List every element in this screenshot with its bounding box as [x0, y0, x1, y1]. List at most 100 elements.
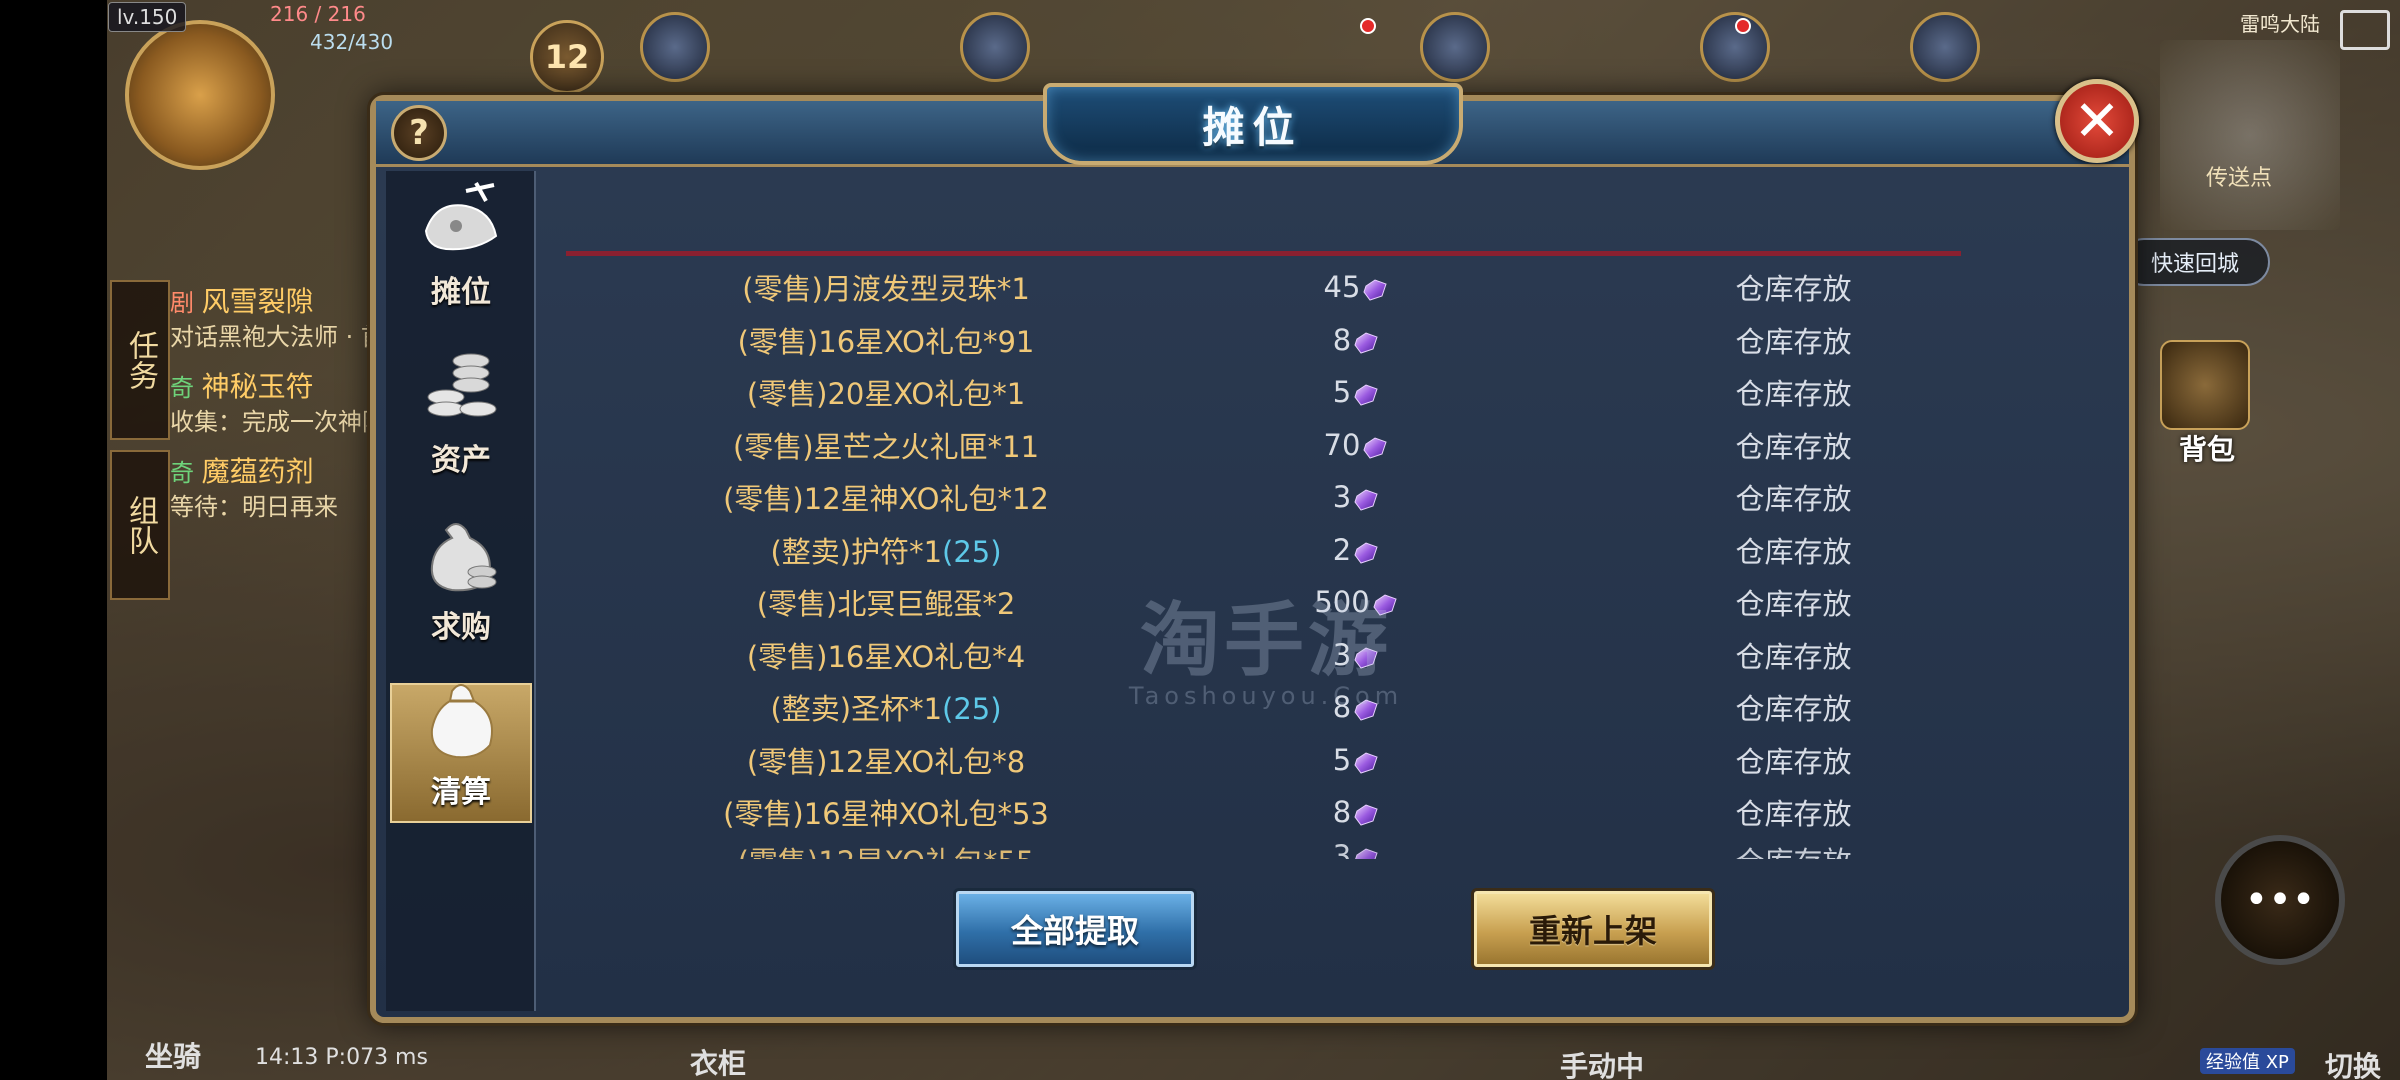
diamond-icon [1353, 748, 1379, 774]
tab-label: 求购 [431, 610, 491, 645]
quick-return-button[interactable]: 快速回城 [2120, 238, 2270, 286]
table-row[interactable]: (零售)16星神XO礼包*53 8 仓库存放 [566, 786, 1961, 839]
top-menu-icon[interactable] [1420, 12, 1490, 82]
settlement-list[interactable]: (零售)月渡发型灵珠*1 45 仓库存放 (零售)16星XO礼包*91 8 仓库存放 (零售… [566, 251, 1961, 956]
item-status: 仓库存放 [1735, 482, 1852, 517]
item-price: 5 [1206, 743, 1506, 777]
price-value: 8 [1332, 795, 1352, 830]
price-value: 8 [1332, 690, 1352, 725]
top-menu-icon[interactable] [1910, 12, 1980, 82]
item-status: 仓库存放 [1735, 534, 1852, 569]
item-name-text: (整卖)圣杯*1 [770, 692, 943, 727]
top-menu-icon[interactable] [960, 12, 1030, 82]
help-button[interactable]: ? [391, 105, 447, 161]
team-side-tab[interactable]: 组队 [110, 450, 170, 600]
table-row[interactable]: (零售)月渡发型灵珠*1 45 仓库存放 [566, 261, 1961, 314]
diamond-icon [1372, 590, 1398, 616]
item-name: (零售)12星XO礼包*8 [566, 739, 1206, 781]
withdraw-all-button[interactable]: 全部提取 [956, 891, 1194, 967]
switch-label[interactable]: 切换 [2325, 1045, 2381, 1080]
price-value: 5 [1332, 742, 1352, 777]
item-name-text: (零售)月渡发型灵珠*1 [742, 272, 1030, 307]
item-name-text: (零售)16星神XO礼包*53 [723, 797, 1049, 832]
notification-dot [1360, 18, 1376, 34]
item-name: (零售)12星神XO礼包*12 [566, 476, 1206, 518]
item-status: 仓库存放 [1735, 377, 1852, 412]
quest-desc: 对话黑袍大法师 · 首 [170, 323, 385, 351]
tab-assets[interactable]: 资产 [390, 349, 532, 489]
table-row[interactable]: (零售)16星XO礼包*4 3 仓库存放 [566, 629, 1961, 682]
item-status: 仓库存放 [1735, 797, 1852, 832]
quest-desc: 收集：完成一次神附 [170, 408, 386, 436]
notification-dot [1735, 18, 1751, 34]
close-button[interactable]: ✕ [2055, 79, 2139, 163]
item-price: 8 [1206, 795, 1506, 829]
item-price: 8 [1206, 323, 1506, 357]
item-suffix: (25) [942, 692, 1002, 727]
item-name: (零售)12星XO礼包*55 [566, 839, 1206, 859]
table-row[interactable]: (零售)20星XO礼包*1 5 仓库存放 [566, 366, 1961, 419]
table-row[interactable]: (整卖)护符*1(25) 2 仓库存放 [566, 524, 1961, 577]
table-row[interactable]: (零售)星芒之火礼匣*11 70 仓库存放 [566, 419, 1961, 472]
item-name-text: (整卖)护符*1 [770, 534, 943, 569]
ride-label[interactable]: 坐骑 [145, 1035, 201, 1075]
item-status: 仓库存放 [1735, 429, 1852, 464]
wardrobe-label[interactable]: 衣柜 [690, 1042, 746, 1080]
item-status: 仓库存放 [1735, 587, 1852, 622]
minimap-label: 传送点 [2205, 166, 2272, 191]
vip-level-badge[interactable]: 12 [530, 20, 604, 94]
diamond-icon [1353, 844, 1379, 859]
item-status: 仓库存放 [1735, 692, 1852, 727]
item-price: 45 [1206, 270, 1506, 304]
quest-item[interactable]: 奇 神秘玉符 收集：完成一次神附 [170, 370, 386, 439]
table-row[interactable]: (零售)北冥巨鲲蛋*2 500 仓库存放 [566, 576, 1961, 629]
ping-readout: 14:13 P:073 ms [255, 1045, 428, 1070]
chat-button[interactable]: ••• [2215, 835, 2345, 965]
diamond-icon [1353, 643, 1379, 669]
relist-button[interactable]: 重新上架 [1474, 891, 1712, 967]
item-name: (零售)月渡发型灵珠*1 [566, 266, 1206, 308]
quest-item[interactable]: 剧 风雪裂隙 对话黑袍大法师 · 首 [170, 285, 385, 354]
tab-settlement[interactable]: 清算 [390, 683, 532, 823]
settlement-rows: (零售)月渡发型灵珠*1 45 仓库存放 (零售)16星XO礼包*91 8 仓库存放 (零售… [566, 261, 1961, 859]
minimap[interactable] [2160, 40, 2340, 230]
table-row[interactable]: (零售)12星神XO礼包*12 3 仓库存放 [566, 471, 1961, 524]
diamond-icon [1353, 538, 1379, 564]
player-avatar[interactable] [125, 20, 275, 170]
table-row[interactable]: (零售)12星XO礼包*8 5 仓库存放 [566, 734, 1961, 787]
quest-tag: 剧 [170, 289, 194, 317]
tab-buy-request[interactable]: 求购 [390, 516, 532, 656]
map-name: 雷鸣大陆 [2240, 12, 2320, 36]
price-value: 3 [1332, 637, 1352, 672]
price-value: 2 [1332, 532, 1352, 567]
panel-tabs: 摊位 资产 求购 清算 [386, 171, 536, 1011]
bag-icon[interactable] [2160, 340, 2250, 430]
tab-stall[interactable]: 摊位 [390, 181, 532, 321]
item-price: 5 [1206, 375, 1506, 409]
item-name: (整卖)圣杯*1(25) [566, 686, 1206, 728]
table-row[interactable]: (零售)12星XO礼包*55 3 仓库存放 [566, 839, 1961, 859]
item-name: (零售)16星神XO礼包*53 [566, 791, 1206, 833]
item-price: 2 [1206, 533, 1506, 567]
quest-side-tab[interactable]: 任务 [110, 280, 170, 440]
item-name-text: (零售)星芒之火礼匣*11 [732, 429, 1040, 464]
item-name: (零售)16星XO礼包*4 [566, 634, 1206, 676]
item-price: 3 [1206, 638, 1506, 672]
item-name: (整卖)护符*1(25) [566, 529, 1206, 571]
stall-icon [416, 181, 506, 261]
top-menu-icon[interactable] [640, 12, 710, 82]
manual-mode-label[interactable]: 手动中 [1560, 1045, 1644, 1080]
quest-item[interactable]: 奇 魔蕴药剂 等待：明日再来 [170, 455, 338, 524]
bag-label[interactable]: 背包 [2179, 428, 2235, 468]
item-name-text: (零售)12星神XO礼包*12 [723, 482, 1049, 517]
coins-icon [416, 343, 506, 429]
title-plate: 摊位 [1042, 83, 1463, 165]
item-price: 3 [1206, 839, 1506, 859]
item-price: 3 [1206, 480, 1506, 514]
item-suffix: (25) [942, 534, 1002, 569]
table-row[interactable]: (零售)16星XO礼包*91 8 仓库存放 [566, 314, 1961, 367]
mail-icon[interactable] [2340, 10, 2390, 50]
price-value: 3 [1332, 480, 1352, 515]
table-row[interactable]: (整卖)圣杯*1(25) 8 仓库存放 [566, 681, 1961, 734]
item-name-text: (零售)北冥巨鲲蛋*2 [756, 587, 1016, 622]
